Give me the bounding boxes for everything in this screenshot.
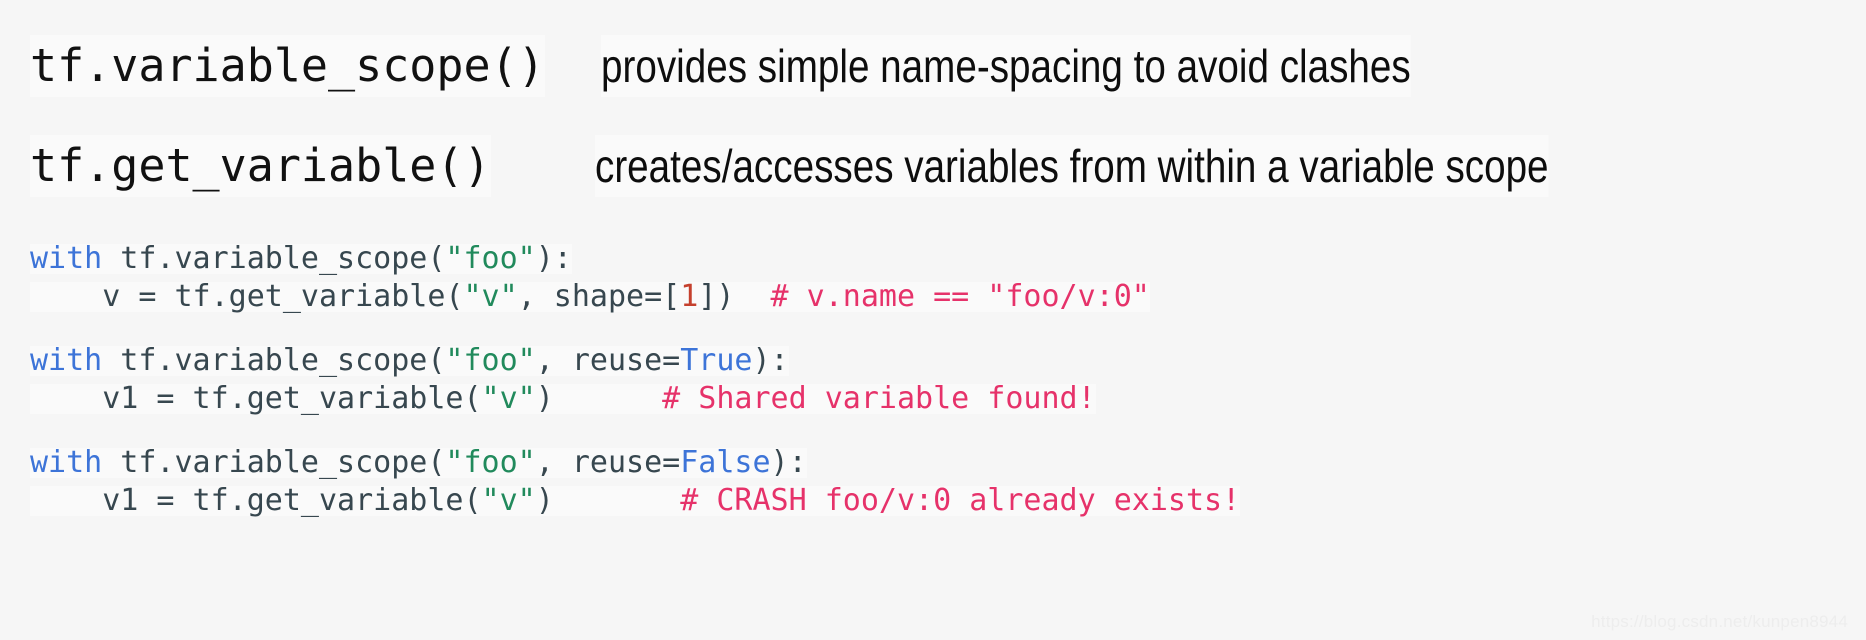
headline-row-get-variable: tf.get_variable() creates/accesses varia… — [0, 134, 1866, 198]
code-token-plain: ) — [535, 381, 663, 416]
slide-canvas: tf.variable_scope() provides simple name… — [0, 0, 1866, 640]
code-token-comment: # v.name == "foo/v:0" — [770, 279, 1150, 314]
code-line: with tf.variable_scope("foo", reuse=True… — [0, 342, 1866, 380]
code-token-plain: tf.variable_scope( — [102, 241, 446, 276]
code-token-number: 1 — [680, 279, 699, 314]
api-name-get-variable: tf.get_variable() — [30, 135, 491, 197]
code-token-string: "foo" — [445, 445, 536, 480]
code-line: v = tf.get_variable("v", shape=[1]) # v.… — [0, 278, 1866, 316]
code-token-string: "foo" — [445, 241, 536, 276]
code-token-plain: v1 = tf.get_variable( — [30, 483, 482, 518]
code-token-plain: ): — [770, 445, 807, 480]
code-token-string: "v" — [481, 483, 536, 518]
code-token-keyword: with — [30, 241, 103, 276]
code-token-plain: , reuse= — [535, 445, 681, 480]
code-token-string: "v" — [463, 279, 518, 314]
code-line: with tf.variable_scope("foo", reuse=Fals… — [0, 444, 1866, 482]
code-line-content: with tf.variable_scope("foo"): — [30, 244, 572, 274]
code-token-plain: tf.variable_scope( — [102, 445, 446, 480]
watermark: https://blog.csdn.net/kunpen8944 — [1591, 612, 1848, 631]
code-token-keyword: with — [30, 343, 103, 378]
code-line: v1 = tf.get_variable("v") # Shared varia… — [0, 380, 1866, 418]
api-description-get-variable: creates/accesses variables from within a… — [594, 135, 1549, 197]
code-line-content: with tf.variable_scope("foo", reuse=Fals… — [30, 448, 807, 478]
code-token-comment: # CRASH foo/v:0 already exists! — [680, 483, 1241, 518]
code-line-content: v1 = tf.get_variable("v") # CRASH foo/v:… — [30, 483, 1241, 518]
code-block: with tf.variable_scope("foo"): v = tf.ge… — [0, 240, 1866, 520]
headline-row-variable-scope: tf.variable_scope() provides simple name… — [0, 34, 1866, 98]
code-token-keyword: False — [680, 445, 771, 480]
code-token-keyword: with — [30, 445, 103, 480]
code-token-plain: v = tf.get_variable( — [30, 279, 464, 314]
code-token-comment: # Shared variable found! — [662, 381, 1096, 416]
code-token-plain: ): — [535, 241, 572, 276]
code-line-content: with tf.variable_scope("foo", reuse=True… — [30, 346, 789, 376]
code-token-plain: ) — [535, 483, 681, 518]
code-line: with tf.variable_scope("foo"): — [0, 240, 1866, 278]
code-token-string: "foo" — [445, 343, 536, 378]
code-token-plain: tf.variable_scope( — [102, 343, 446, 378]
code-token-plain: , shape=[ — [517, 279, 681, 314]
code-token-string: "v" — [481, 381, 536, 416]
api-description-variable-scope: provides simple name-spacing to avoid cl… — [600, 35, 1411, 97]
code-token-plain: ]) — [698, 279, 771, 314]
code-token-plain: ): — [752, 343, 789, 378]
code-line: v1 = tf.get_variable("v") # CRASH foo/v:… — [0, 482, 1866, 520]
code-token-plain: , reuse= — [535, 343, 681, 378]
code-token-keyword: True — [680, 343, 753, 378]
code-line-content: v1 = tf.get_variable("v") # Shared varia… — [30, 384, 1096, 414]
code-line-content: v = tf.get_variable("v", shape=[1]) # v.… — [30, 282, 1150, 312]
code-token-plain: v1 = tf.get_variable( — [30, 381, 482, 416]
api-name-variable-scope: tf.variable_scope() — [30, 35, 545, 97]
